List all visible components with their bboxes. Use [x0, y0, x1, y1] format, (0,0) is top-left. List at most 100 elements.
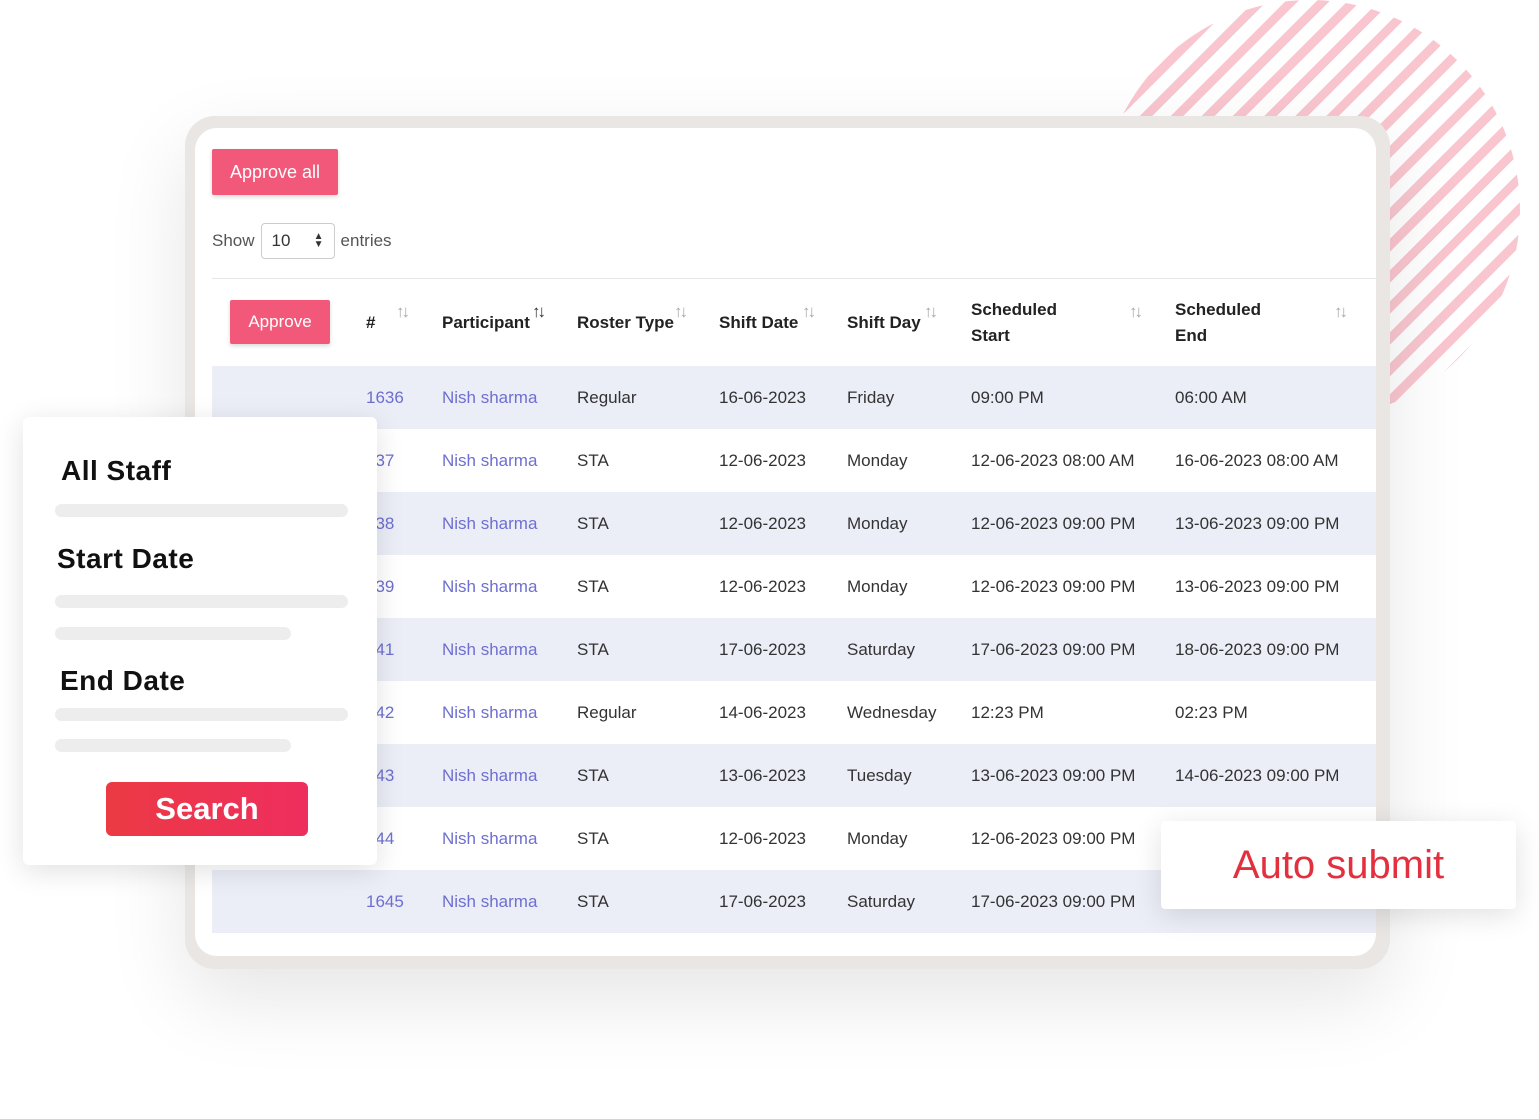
start-date-label: Start Date — [57, 543, 195, 574]
cell-shift-day: Saturday — [847, 639, 916, 659]
cell-roster-type: STA — [577, 576, 609, 596]
cell-scheduled-start: 17-06-2023 09:00 PM — [971, 891, 1136, 911]
table-row: 637 Nish sharma STA 12-06-2023 Monday 12-06-2… — [212, 429, 1376, 492]
start-date-field[interactable] — [55, 595, 348, 608]
cell-participant[interactable]: Nish sharma — [442, 366, 537, 429]
cell-scheduled-end: 02:23 PM — [1175, 702, 1248, 722]
sort-icon[interactable]: ↑↓ — [1334, 302, 1348, 322]
column-header-roster-type[interactable]: Roster Type — [577, 280, 674, 366]
cell-shift-date: 12-06-2023 — [719, 576, 806, 596]
cell-shift-day: Friday — [847, 387, 895, 407]
cell-participant[interactable]: Nish sharma — [442, 429, 537, 492]
cell-scheduled-end: 13-06-2023 09:00 PM — [1175, 513, 1340, 533]
cell-roster-type: Regular — [577, 387, 637, 407]
cell-roster-type: STA — [577, 513, 609, 533]
cell-shift-day: Wednesday — [847, 702, 937, 722]
cell-roster-type: STA — [577, 828, 609, 848]
show-label: Show — [212, 231, 255, 250]
header-label: Roster Type — [577, 313, 674, 332]
cell-participant[interactable]: Nish sharma — [442, 807, 537, 870]
all-staff-label: All Staff — [61, 455, 172, 486]
cell-scheduled-end: 16-06-2023 08:00 AM — [1175, 450, 1339, 470]
end-date-field[interactable] — [55, 708, 348, 721]
filter-panel: All Staff Start Date End Date Search — [23, 417, 377, 865]
header-label: Scheduled — [971, 300, 1057, 319]
table-row: 643 Nish sharma STA 13-06-2023 Tuesday 13-06-… — [212, 744, 1376, 807]
cell-participant[interactable]: Nish sharma — [442, 618, 537, 681]
cell-shift-date: 12-06-2023 — [719, 828, 806, 848]
end-date-time-field[interactable] — [55, 739, 291, 752]
auto-submit-label: Auto submit — [1232, 842, 1445, 887]
cell-shift-date: 13-06-2023 — [719, 765, 806, 785]
table-row: 1636 Nish sharma Regular 16-06-2023 Friday 09… — [212, 366, 1376, 429]
cell-shift-day: Tuesday — [847, 765, 912, 785]
column-header-shift-day[interactable]: Shift Day — [847, 280, 921, 366]
header-label: Scheduled — [1175, 300, 1261, 319]
column-header-shift-date[interactable]: Shift Date — [719, 280, 798, 366]
cell-shift-day: Monday — [847, 576, 908, 596]
cell-roster-type: STA — [577, 450, 609, 470]
end-date-label: End Date — [60, 665, 186, 696]
sort-icon[interactable]: ↑↓ — [674, 302, 688, 322]
cell-shift-date: 17-06-2023 — [719, 891, 806, 911]
cell-participant[interactable]: Nish sharma — [442, 744, 537, 807]
column-header-scheduled-start[interactable]: Scheduled Start — [971, 280, 1057, 366]
cell-shift-date: 16-06-2023 — [719, 387, 806, 407]
entries-select[interactable]: 10 ▲ ▼ — [260, 223, 335, 259]
approve-button[interactable]: Approve — [230, 300, 330, 344]
cell-roster-type: STA — [577, 639, 609, 659]
sort-icon[interactable]: ↑↓ — [802, 302, 816, 322]
cell-shift-day: Monday — [847, 828, 908, 848]
sort-icon[interactable]: ↑↓ — [396, 302, 410, 322]
cell-shift-date: 12-06-2023 — [719, 450, 806, 470]
column-header-participant[interactable]: Participant — [442, 280, 530, 366]
start-date-time-field[interactable] — [55, 627, 291, 640]
cell-shift-date: 12-06-2023 — [719, 513, 806, 533]
cell-participant[interactable]: Nish sharma — [442, 681, 537, 744]
auto-submit-badge: Auto submit — [1161, 821, 1516, 909]
cell-scheduled-end: 13-06-2023 09:00 PM — [1175, 576, 1340, 596]
cell-shift-day: Monday — [847, 513, 908, 533]
table-header: Approve # ↑↓ Participant ↑↓ Roster Type … — [212, 280, 1376, 366]
cell-shift-day: Saturday — [847, 891, 916, 911]
header-label: # — [366, 313, 376, 332]
cell-scheduled-start: 12-06-2023 09:00 PM — [971, 513, 1136, 533]
cell-scheduled-start: 12-06-2023 09:00 PM — [971, 828, 1136, 848]
cell-participant[interactable]: Nish sharma — [442, 492, 537, 555]
sort-icon[interactable]: ↑↓ — [1129, 302, 1143, 322]
entries-length-control: Show 10 ▲ ▼ entries — [212, 223, 392, 259]
column-header-scheduled-end[interactable]: Scheduled End — [1175, 280, 1261, 366]
table-row: 641 Nish sharma STA 17-06-2023 Saturday 17-06… — [212, 618, 1376, 681]
all-staff-field[interactable] — [55, 504, 348, 517]
header-label: Shift Date — [719, 313, 799, 332]
cell-roster-type: STA — [577, 765, 609, 785]
cell-scheduled-start: 13-06-2023 09:00 PM — [971, 765, 1136, 785]
header-label: Participant — [442, 313, 530, 332]
table-row: 638 Nish sharma STA 12-06-2023 Monday 12-06-2… — [212, 492, 1376, 555]
search-button[interactable]: Search — [106, 782, 308, 836]
cell-scheduled-start: 12-06-2023 09:00 PM — [971, 576, 1136, 596]
sort-icon[interactable]: ↑↓ — [924, 302, 938, 322]
cell-roster-type: Regular — [577, 702, 637, 722]
cell-participant[interactable]: Nish sharma — [442, 870, 537, 933]
cell-scheduled-start: 12:23 PM — [971, 702, 1044, 722]
header-label: End — [1175, 326, 1208, 345]
cell-scheduled-start: 17-06-2023 09:00 PM — [971, 639, 1136, 659]
entries-select-value: 10 — [271, 231, 291, 250]
table-row: 642 Nish sharma Regular 14-06-2023 Wednesday… — [212, 681, 1376, 744]
approve-all-button[interactable]: Approve all — [212, 149, 338, 195]
cell-scheduled-end: 06:00 AM — [1175, 387, 1247, 407]
column-header-id[interactable]: # — [366, 280, 375, 366]
cell-shift-date: 17-06-2023 — [719, 639, 806, 659]
header-label: Shift Day — [847, 313, 921, 332]
sort-ascending-icon[interactable]: ↑↓ — [532, 302, 546, 322]
cell-scheduled-end: 14-06-2023 09:00 PM — [1175, 765, 1340, 785]
cell-scheduled-start: 12-06-2023 08:00 AM — [971, 450, 1135, 470]
cell-roster-type: STA — [577, 891, 609, 911]
cell-id[interactable]: 1645 — [366, 870, 404, 933]
divider — [212, 278, 1376, 279]
cell-shift-date: 14-06-2023 — [719, 702, 806, 722]
cell-participant[interactable]: Nish sharma — [442, 555, 537, 618]
table-row: 639 Nish sharma STA 12-06-2023 Monday 12-06-2… — [212, 555, 1376, 618]
entries-label: entries — [340, 231, 392, 250]
